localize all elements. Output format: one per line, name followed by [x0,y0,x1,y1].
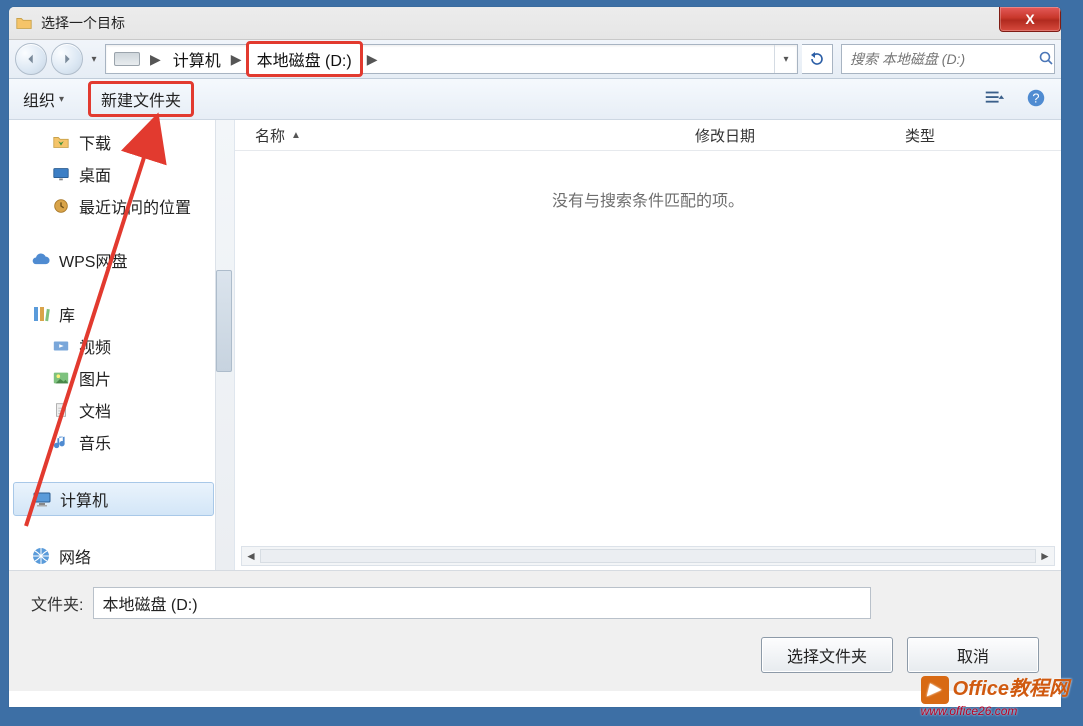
title-bar: 选择一个目标 X [9,7,1061,40]
sidebar-item-label: 文档 [79,398,111,422]
sidebar-item-label: 图片 [79,366,111,390]
view-icon [983,87,1005,109]
scrollbar-thumb[interactable] [216,270,232,372]
sidebar-item-label: 库 [59,302,75,326]
arrow-right-icon [60,52,74,66]
sidebar: 下载 桌面 最近访问的位置 WPS网盘 库 视频 [9,120,235,570]
sidebar-item-label: 最近访问的位置 [79,194,191,218]
forward-button[interactable] [51,43,83,75]
close-button[interactable]: X [999,7,1061,32]
watermark-url: www.office26.com [921,704,1069,718]
column-headers: 名称 ▲ 修改日期 类型 [235,120,1061,151]
folder-path-input[interactable] [93,587,871,619]
empty-message: 没有与搜索条件匹配的项。 [235,187,1061,211]
sidebar-item-label: 网络 [59,544,91,568]
col-name-label: 名称 [255,125,285,146]
scroll-left-icon[interactable]: ◄ [242,549,260,563]
sidebar-item-label: 视频 [79,334,111,358]
sidebar-item-computer[interactable]: 计算机 [13,482,214,516]
col-name[interactable]: 名称 ▲ [235,125,675,146]
folder-icon [15,14,33,32]
sort-asc-icon: ▲ [291,130,301,141]
search-input[interactable] [848,50,1034,68]
network-icon [31,546,51,566]
new-folder-button[interactable]: 新建文件夹 [88,81,194,117]
address-dropdown[interactable]: ▾ [774,45,797,73]
back-button[interactable] [15,43,47,75]
svg-text:?: ? [1032,90,1039,105]
recent-icon [51,196,71,216]
select-folder-button[interactable]: 选择文件夹 [761,637,893,673]
refresh-button[interactable] [802,44,833,74]
sidebar-item-label: 桌面 [79,162,111,186]
sidebar-item-label: 音乐 [79,430,111,454]
sidebar-item-downloads[interactable]: 下载 [9,126,234,158]
scroll-track[interactable] [260,549,1036,563]
sidebar-item-wps[interactable]: WPS网盘 [9,244,234,276]
sidebar-item-pictures[interactable]: 图片 [9,362,234,394]
breadcrumb-drive[interactable]: 本地磁盘 (D:) [246,41,363,77]
sidebar-item-network[interactable]: 网络 [9,540,234,570]
help-button[interactable]: ? [1025,87,1047,112]
file-list-pane: 名称 ▲ 修改日期 类型 没有与搜索条件匹配的项。 ◄ ► [235,120,1061,570]
chevron-down-icon: ▾ [91,54,96,65]
documents-icon [51,400,71,420]
cancel-label: 取消 [957,643,989,667]
breadcrumb-computer[interactable]: 计算机 [165,45,227,73]
nav-bar: ▾ ▶ 计算机 ▶ 本地磁盘 (D:) ▶ ▾ [9,40,1061,79]
chevron-down-icon: ▾ [59,94,64,105]
computer-icon [32,489,52,509]
search-icon [1038,50,1054,69]
video-icon [51,336,71,356]
sidebar-item-desktop[interactable]: 桌面 [9,158,234,190]
col-modified-label: 修改日期 [695,128,755,145]
view-options-button[interactable] [983,87,1005,112]
organize-label: 组织 [23,87,55,111]
close-icon: X [1025,11,1034,27]
select-folder-label: 选择文件夹 [787,643,867,667]
chevron-right-icon: ▶ [227,51,246,68]
folder-label: 文件夹: [31,591,83,615]
sidebar-item-label: 计算机 [60,487,108,511]
libraries-icon [31,304,51,324]
cloud-icon [31,250,51,270]
new-folder-label: 新建文件夹 [101,87,181,111]
sidebar-item-libraries[interactable]: 库 [9,298,234,330]
scroll-right-icon[interactable]: ► [1036,549,1054,563]
col-type[interactable]: 类型 [885,125,1061,146]
sidebar-item-music[interactable]: 音乐 [9,426,234,458]
dialog-footer: 文件夹: 选择文件夹 取消 [9,570,1061,691]
chevron-right-icon: ▶ [363,51,382,68]
search-box[interactable] [841,44,1055,74]
col-type-label: 类型 [905,128,935,145]
desktop-icon [51,164,71,184]
sidebar-item-recent[interactable]: 最近访问的位置 [9,190,234,222]
watermark: Office教程网 www.office26.com [921,672,1069,718]
watermark-text: Office教程网 [953,678,1069,700]
organize-menu[interactable]: 组织 ▾ [23,87,64,111]
address-bar[interactable]: ▶ 计算机 ▶ 本地磁盘 (D:) ▶ ▾ [105,44,798,74]
sidebar-item-documents[interactable]: 文档 [9,394,234,426]
sidebar-item-label: 下载 [79,130,111,154]
downloads-icon [51,132,71,152]
dialog-window: 选择一个目标 X ▾ ▶ 计算机 ▶ 本地磁盘 (D:) ▶ ▾ [8,6,1062,708]
history-dropdown[interactable]: ▾ [87,45,101,73]
horizontal-scrollbar[interactable]: ◄ ► [241,546,1055,566]
sidebar-item-label: WPS网盘 [59,248,127,272]
chevron-down-icon: ▾ [783,54,788,65]
music-icon [51,432,71,452]
toolbar: 组织 ▾ 新建文件夹 ? [9,79,1061,120]
sidebar-item-video[interactable]: 视频 [9,330,234,362]
refresh-icon [809,51,825,67]
help-icon: ? [1025,87,1047,109]
pictures-icon [51,368,71,388]
cancel-button[interactable]: 取消 [907,637,1039,673]
watermark-icon [921,676,949,704]
col-modified[interactable]: 修改日期 [675,125,885,146]
drive-icon [106,45,146,73]
arrow-left-icon [24,52,38,66]
body: 下载 桌面 最近访问的位置 WPS网盘 库 视频 [9,120,1061,570]
chevron-right-icon: ▶ [146,51,165,68]
window-title: 选择一个目标 [41,13,125,33]
